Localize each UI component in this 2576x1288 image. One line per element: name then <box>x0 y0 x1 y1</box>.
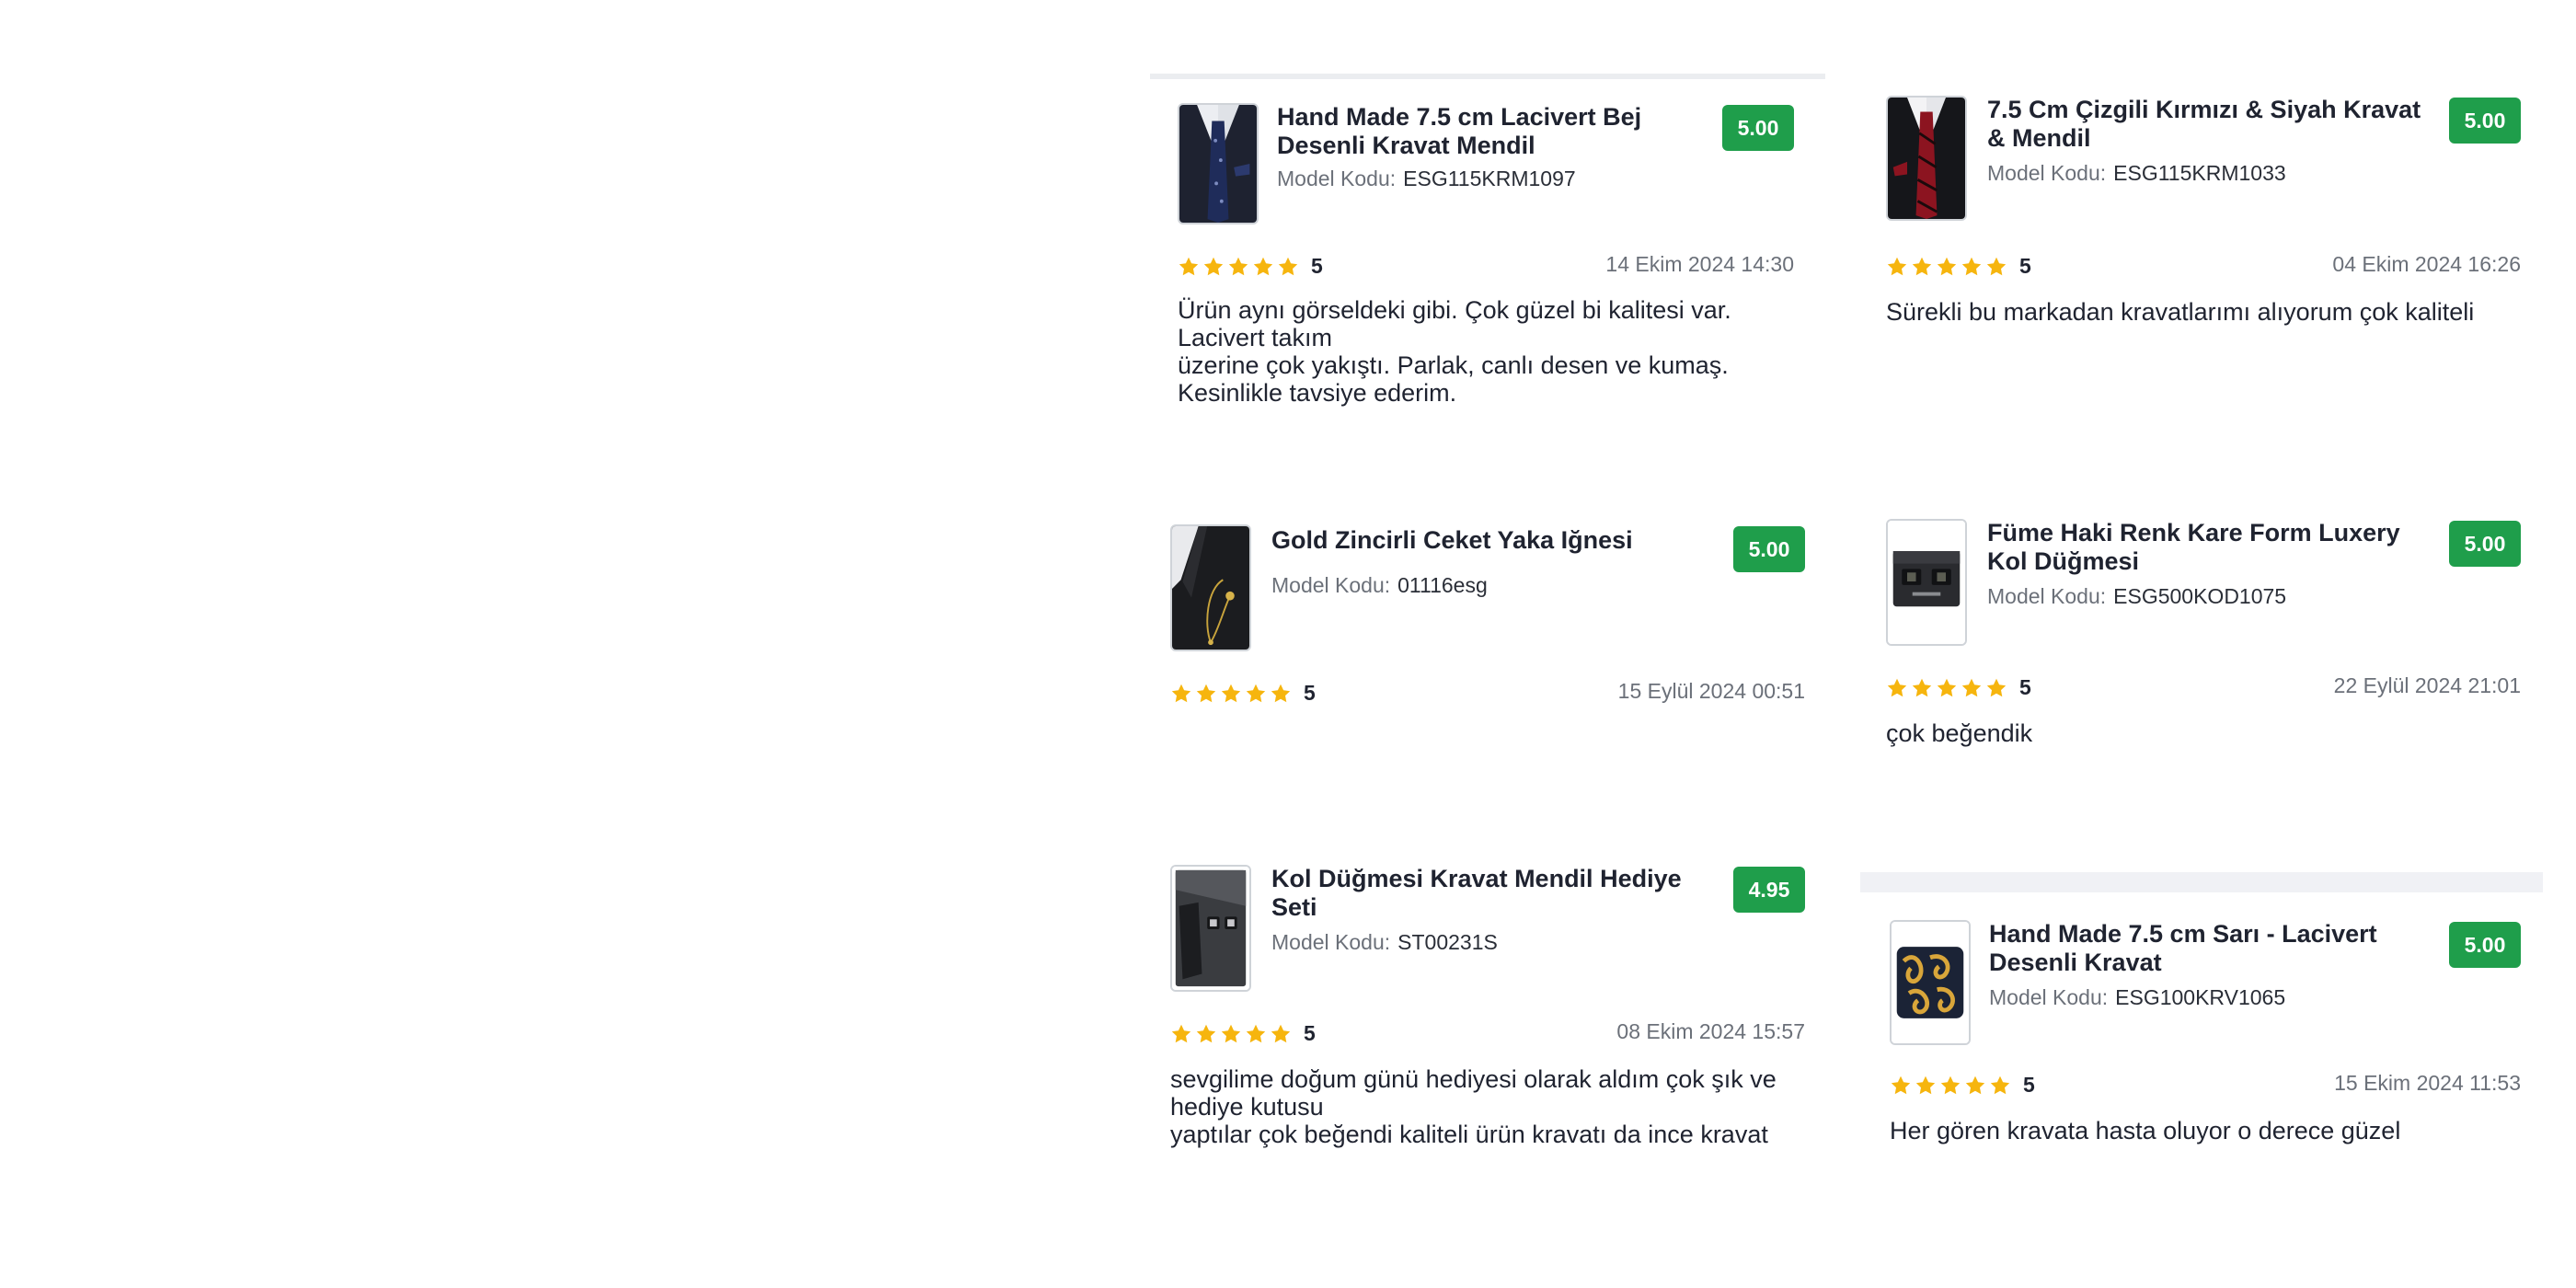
model-code: Model Kodu: ESG500KOD1075 <box>1987 583 2286 609</box>
star-icon <box>1915 1075 1936 1094</box>
product-title[interactable]: Hand Made 7.5 cm Sarı - Lacivert Desenli… <box>1989 920 2431 977</box>
top-divider <box>1150 74 1825 79</box>
star-icon <box>1228 257 1248 275</box>
product-image[interactable] <box>1170 865 1251 992</box>
star-icon <box>1912 678 1932 696</box>
star-icon <box>1171 1024 1191 1042</box>
star-rating: 5 <box>1886 675 2031 700</box>
model-code-label: Model Kodu: <box>1987 161 2107 185</box>
star-icon <box>1246 1024 1266 1042</box>
review-card: Kol Düğmesi Kravat Mendil Hediye Seti Mo… <box>1170 865 1805 1196</box>
star-icon <box>1253 257 1273 275</box>
star-icon <box>1278 257 1298 275</box>
review-comment: sevgilime doğum günü hediyesi olarak ald… <box>1170 1065 1777 1148</box>
star-icon <box>1937 678 1957 696</box>
star-rating: 5 <box>1170 1021 1316 1046</box>
review-date: 04 Ekim 2024 16:26 <box>2332 252 2521 276</box>
product-title[interactable]: Hand Made 7.5 cm Lacivert Bej Desenli Kr… <box>1277 103 1673 160</box>
model-code: Model Kodu: 01116esg <box>1271 572 1488 598</box>
star-icon <box>1887 678 1907 696</box>
model-code: Model Kodu: ESG115KRM1097 <box>1277 166 1576 191</box>
model-code: Model Kodu: ESG100KRV1065 <box>1989 984 2285 1010</box>
model-code: Model Kodu: ESG115KRM1033 <box>1987 160 2286 186</box>
product-title[interactable]: Füme Haki Renk Kare Form Luxery Kol Düğm… <box>1987 519 2429 576</box>
score-badge: 5.00 <box>2449 98 2521 144</box>
model-code-label: Model Kodu: <box>1989 985 2109 1009</box>
star-rating: 5 <box>1890 1073 2035 1098</box>
product-title[interactable]: 7.5 Cm Çizgili Kırmızı & Siyah Kravat & … <box>1987 96 2429 153</box>
star-icon <box>1203 257 1224 275</box>
star-rating: 5 <box>1886 254 2031 279</box>
model-code-value: ESG500KOD1075 <box>2113 584 2287 608</box>
model-code-value: ST00231S <box>1397 930 1498 954</box>
star-icon <box>1891 1075 1911 1094</box>
star-icon <box>1196 1024 1216 1042</box>
product-image[interactable] <box>1890 920 1971 1045</box>
rating-value: 5 <box>1304 1021 1316 1045</box>
section-banner <box>1860 872 2543 892</box>
star-icon <box>1246 684 1266 702</box>
model-code-value: ESG100KRV1065 <box>2115 985 2286 1009</box>
model-code-label: Model Kodu: <box>1277 167 1397 190</box>
model-code-label: Model Kodu: <box>1987 584 2107 608</box>
score-badge: 5.00 <box>1733 526 1805 572</box>
star-rating: 5 <box>1178 254 1323 279</box>
review-card: Hand Made 7.5 cm Sarı - Lacivert Desenli… <box>1890 920 2521 1168</box>
review-date: 14 Ekim 2024 14:30 <box>1605 252 1794 276</box>
star-icon <box>1990 1075 2010 1094</box>
review-date: 15 Ekim 2024 11:53 <box>2334 1071 2521 1095</box>
star-icon <box>1179 257 1199 275</box>
review-comment: Ürün aynı görseldeki gibi. Çok güzel bi … <box>1178 296 1731 407</box>
star-icon <box>1171 684 1191 702</box>
model-code-value: ESG115KRM1033 <box>2113 161 2286 185</box>
review-card: 7.5 Cm Çizgili Kırmızı & Siyah Kravat & … <box>1886 96 2521 372</box>
review-card: Füme Haki Renk Kare Form Luxery Kol Düğm… <box>1886 519 2521 776</box>
rating-value: 5 <box>1304 681 1316 705</box>
score-badge: 5.00 <box>1722 105 1794 151</box>
star-icon <box>1937 257 1957 275</box>
star-icon <box>1221 684 1241 702</box>
rating-value: 5 <box>2019 675 2031 699</box>
review-date: 22 Eylül 2024 21:01 <box>2333 673 2521 697</box>
model-code: Model Kodu: ST00231S <box>1271 929 1498 955</box>
review-card: Gold Zincirli Ceket Yaka Iğnesi Model Ko… <box>1170 524 1805 727</box>
review-comment: Her gören kravata hasta oluyor o derece … <box>1890 1117 2401 1144</box>
star-icon <box>1912 257 1932 275</box>
model-code-label: Model Kodu: <box>1271 573 1391 597</box>
star-icon <box>1271 1024 1291 1042</box>
product-image[interactable] <box>1170 524 1251 651</box>
star-icon <box>1221 1024 1241 1042</box>
product-image[interactable] <box>1886 96 1967 221</box>
rating-value: 5 <box>1311 254 1323 278</box>
product-title[interactable]: Gold Zincirli Ceket Yaka Iğnesi <box>1271 526 1713 555</box>
review-comment: Sürekli bu markadan kravatlarımı alıyoru… <box>1886 298 2475 326</box>
rating-value: 5 <box>2019 254 2031 278</box>
star-icon <box>1961 257 1982 275</box>
star-icon <box>1986 678 2007 696</box>
star-rating: 5 <box>1170 681 1316 706</box>
rating-value: 5 <box>2023 1073 2035 1097</box>
star-icon <box>1940 1075 1961 1094</box>
score-badge: 5.00 <box>2449 521 2521 567</box>
review-comment: çok beğendik <box>1886 719 2033 747</box>
product-image[interactable] <box>1886 519 1967 646</box>
star-icon <box>1271 684 1291 702</box>
model-code-label: Model Kodu: <box>1271 930 1391 954</box>
review-date: 08 Ekim 2024 15:57 <box>1616 1019 1805 1043</box>
score-badge: 4.95 <box>1733 867 1805 913</box>
score-badge: 5.00 <box>2449 922 2521 968</box>
product-title[interactable]: Kol Düğmesi Kravat Mendil Hediye Seti <box>1271 865 1713 922</box>
review-date: 15 Eylül 2024 00:51 <box>1617 679 1805 703</box>
review-card: Hand Made 7.5 cm Lacivert Bej Desenli Kr… <box>1178 103 1794 416</box>
star-icon <box>1986 257 2007 275</box>
star-icon <box>1961 678 1982 696</box>
star-icon <box>1196 684 1216 702</box>
model-code-value: 01116esg <box>1397 573 1488 597</box>
product-image[interactable] <box>1178 103 1259 224</box>
model-code-value: ESG115KRM1097 <box>1403 167 1576 190</box>
star-icon <box>1965 1075 1985 1094</box>
star-icon <box>1887 257 1907 275</box>
